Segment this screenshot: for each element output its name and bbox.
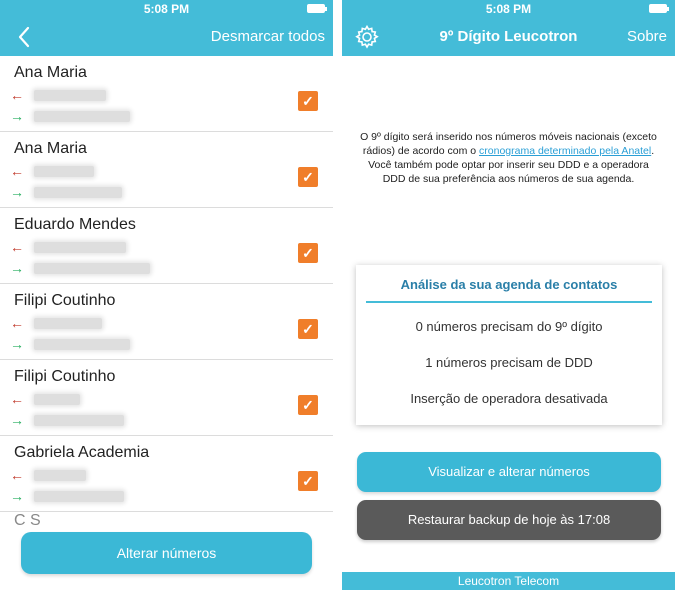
redacted-number xyxy=(34,491,124,502)
schedule-link[interactable]: cronograma determinado pela Anatel xyxy=(479,145,651,157)
info-text: O 9º dígito será inserido nos números mó… xyxy=(358,130,659,186)
card-divider xyxy=(366,301,652,303)
analysis-card: Análise da sua agenda de contatos 0 núme… xyxy=(356,265,662,425)
arrow-right-icon: → xyxy=(10,260,24,276)
battery-icon xyxy=(649,4,669,13)
restore-backup-button[interactable]: Restaurar backup de hoje às 17:08 xyxy=(357,500,661,540)
arrow-left-icon: ← xyxy=(10,239,24,255)
battery-icon xyxy=(307,4,327,13)
status-time: 5:08 PM xyxy=(143,2,190,16)
contact-checkbox[interactable]: ✓ xyxy=(298,319,318,339)
arrow-left-icon: ← xyxy=(10,315,24,331)
analysis-line-ddd: 1 números precisam de DDD xyxy=(425,355,593,370)
arrow-left-icon: ← xyxy=(10,163,24,179)
info-text-part-2: . xyxy=(651,145,655,157)
redacted-number xyxy=(34,166,94,177)
partial-contact-name: C S xyxy=(14,512,41,529)
view-and-change-numbers-button[interactable]: Visualizar e alterar números xyxy=(357,452,661,492)
arrow-left-icon: ← xyxy=(10,391,24,407)
page-title: 9º Dígito Leucotron xyxy=(439,28,578,45)
contact-name: Gabriela Academia xyxy=(14,444,150,461)
contact-name: Filipi Coutinho xyxy=(14,292,116,309)
arrow-right-icon: → xyxy=(10,184,24,200)
redacted-number xyxy=(34,318,102,329)
contact-list[interactable]: Ana Maria ← → ✓ Ana Maria ← → ✓ Eduardo … xyxy=(0,56,333,526)
contact-name: Ana Maria xyxy=(14,140,87,157)
nav-bar: 9º Dígito Leucotron Sobre xyxy=(342,18,675,56)
redacted-number xyxy=(34,415,124,426)
redacted-number xyxy=(34,242,126,253)
arrow-left-icon: ← xyxy=(10,467,24,483)
contact-checkbox[interactable]: ✓ xyxy=(298,243,318,263)
status-time: 5:08 PM xyxy=(485,2,532,16)
list-item[interactable]: Eduardo Mendes ← → ✓ xyxy=(0,208,333,284)
contact-checkbox[interactable]: ✓ xyxy=(298,471,318,491)
contact-name: Filipi Coutinho xyxy=(14,368,116,385)
status-bar: 5:08 PM xyxy=(342,0,675,18)
redacted-number xyxy=(34,470,86,481)
list-item[interactable]: Ana Maria ← → ✓ xyxy=(0,56,333,132)
nav-bar: Desmarcar todos xyxy=(0,18,333,56)
analysis-card-title: Análise da sua agenda de contatos xyxy=(400,277,618,292)
arrow-right-icon: → xyxy=(10,488,24,504)
redacted-number xyxy=(34,187,122,198)
redacted-number xyxy=(34,111,130,122)
info-text-part-3: Você também pode optar por inserir seu D… xyxy=(368,159,649,185)
analysis-line-operator: Inserção de operadora desativada xyxy=(410,391,608,406)
redacted-number xyxy=(34,339,130,350)
contact-checkbox[interactable]: ✓ xyxy=(298,91,318,111)
deselect-all-button[interactable]: Desmarcar todos xyxy=(211,28,325,45)
redacted-number xyxy=(34,263,150,274)
analysis-line-9th-digit: 0 números precisam do 9º dígito xyxy=(415,319,603,334)
contacts-screen: 5:08 PM Desmarcar todos Ana Maria ← → ✓ … xyxy=(0,0,333,590)
redacted-number xyxy=(34,90,106,101)
list-item[interactable]: Ana Maria ← → ✓ xyxy=(0,132,333,208)
footer: Leucotron Telecom xyxy=(342,572,675,590)
main-screen: 5:08 PM 9º Dígito Leucotron Sobre O 9º d… xyxy=(342,0,675,590)
chevron-left-icon[interactable] xyxy=(14,24,36,50)
about-button[interactable]: Sobre xyxy=(627,28,667,45)
redacted-number xyxy=(34,394,80,405)
list-item[interactable]: Filipi Coutinho ← → ✓ xyxy=(0,284,333,360)
arrow-right-icon: → xyxy=(10,336,24,352)
contact-name: Eduardo Mendes xyxy=(14,216,136,233)
contact-name: Ana Maria xyxy=(14,64,87,81)
list-item[interactable]: Filipi Coutinho ← → ✓ xyxy=(0,360,333,436)
status-bar: 5:08 PM xyxy=(0,0,333,18)
contact-checkbox[interactable]: ✓ xyxy=(298,395,318,415)
change-numbers-button[interactable]: Alterar números xyxy=(21,532,312,574)
contact-checkbox[interactable]: ✓ xyxy=(298,167,318,187)
arrow-left-icon: ← xyxy=(10,87,24,103)
arrow-right-icon: → xyxy=(10,108,24,124)
arrow-right-icon: → xyxy=(10,412,24,428)
list-item[interactable]: Gabriela Academia ← → ✓ xyxy=(0,436,333,512)
